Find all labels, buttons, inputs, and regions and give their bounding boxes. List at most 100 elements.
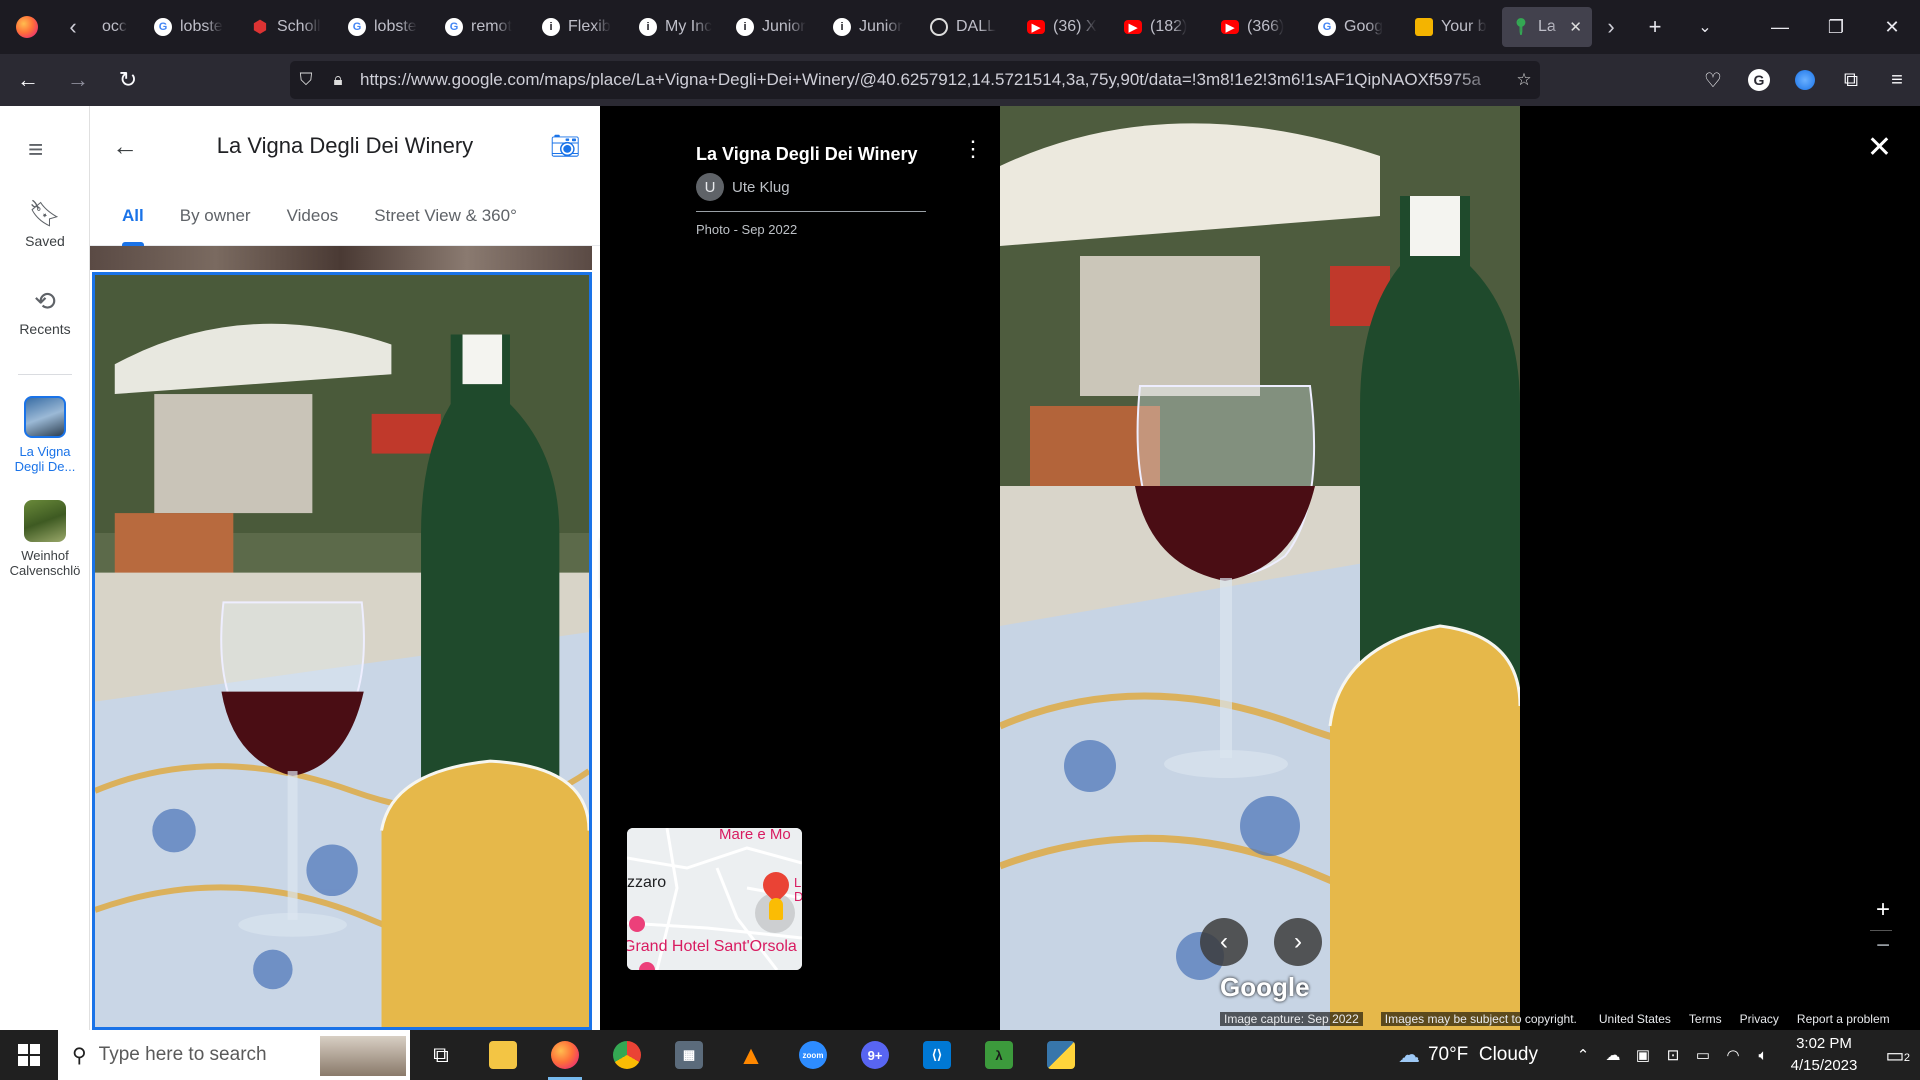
browser-tab[interactable]: 📍︎ La V ✕ bbox=[1502, 7, 1592, 47]
forward-arrow-icon[interactable]: → bbox=[56, 58, 100, 102]
browser-tab[interactable]: Globste bbox=[144, 7, 239, 47]
browser-tab[interactable]: i Junior bbox=[823, 7, 918, 47]
search-placeholder: Type here to search bbox=[98, 1044, 267, 1065]
saved-button[interactable]: 🔖︎ Saved bbox=[0, 198, 90, 249]
viewer-main-photo[interactable] bbox=[1000, 106, 1520, 1030]
hamburger-menu-icon[interactable]: ≡ bbox=[28, 136, 62, 162]
tab-title: Goog bbox=[1344, 18, 1384, 35]
close-viewer-icon[interactable]: ✕ bbox=[1867, 130, 1892, 165]
tab-scroll-left-icon[interactable]: ‹ bbox=[54, 0, 92, 54]
browser-tab[interactable]: Globste bbox=[338, 7, 433, 47]
url-text[interactable]: https://www.google.com/maps/place/La+Vig… bbox=[354, 70, 1508, 90]
region-link[interactable]: United States bbox=[1599, 1012, 1671, 1026]
app-menu-icon[interactable]: ≡ bbox=[1874, 54, 1920, 106]
zoom-in-icon[interactable]: + bbox=[1876, 896, 1890, 924]
zoom-out-icon[interactable]: − bbox=[1876, 932, 1890, 960]
photo-panel: ← La Vigna Degli Dei Winery 📷︎ All By ow… bbox=[90, 106, 600, 1030]
browser-tab[interactable]: ⬢ Scholl bbox=[241, 7, 336, 47]
calculator-icon[interactable]: ▦ bbox=[658, 1030, 720, 1080]
copyright-notice: Images may be subject to copyright. bbox=[1380, 1012, 1581, 1026]
zoom-icon[interactable]: zoom bbox=[782, 1030, 844, 1080]
list-all-tabs-icon[interactable]: ⌄ bbox=[1680, 0, 1730, 54]
browser-tab[interactable]: ▶ (366) bbox=[1211, 7, 1306, 47]
tab-by-owner[interactable]: By owner bbox=[162, 186, 269, 246]
battery-icon[interactable]: ▭ bbox=[1688, 1046, 1718, 1064]
terms-link[interactable]: Terms bbox=[1689, 1012, 1722, 1026]
privacy-link[interactable]: Privacy bbox=[1740, 1012, 1779, 1026]
search-highlight-image bbox=[320, 1036, 406, 1076]
photo-author[interactable]: U Ute Klug bbox=[696, 173, 926, 201]
firefox-logo-icon[interactable] bbox=[0, 0, 54, 54]
notification-center-icon[interactable]: ▭ 2 bbox=[1870, 1043, 1920, 1068]
vscode-icon[interactable]: ⟨⟩ bbox=[906, 1030, 968, 1080]
panel-back-arrow-icon[interactable]: ← bbox=[90, 131, 160, 162]
browser-tab[interactable]: Gremot bbox=[435, 7, 530, 47]
show-hidden-icons-chevron-icon[interactable]: ⌃ bbox=[1568, 1046, 1598, 1064]
chrome-icon[interactable] bbox=[596, 1030, 658, 1080]
wifi-icon[interactable]: ◠ bbox=[1718, 1046, 1748, 1064]
lock-icon[interactable]: 🔒︎ bbox=[322, 70, 354, 90]
browser-tab[interactable]: DALL bbox=[920, 7, 1015, 47]
extensions-puzzle-icon[interactable]: ⧉ bbox=[1828, 54, 1874, 106]
back-arrow-icon[interactable]: ← bbox=[6, 58, 50, 102]
author-avatar[interactable]: U bbox=[696, 173, 724, 201]
openai-favicon-icon bbox=[930, 18, 948, 36]
author-name[interactable]: Ute Klug bbox=[732, 179, 790, 196]
recent-place-la-vigna[interactable]: La Vigna Degli De... bbox=[0, 396, 90, 474]
task-view-icon[interactable]: ⧉ bbox=[410, 1030, 472, 1080]
pocket-icon[interactable]: ♡ bbox=[1690, 54, 1736, 106]
taskbar-search-box[interactable]: ⚲ Type here to search bbox=[58, 1030, 410, 1080]
place-label-line1: Weinhof bbox=[21, 548, 69, 563]
windows-logo-icon bbox=[18, 1044, 40, 1066]
tab-close-icon[interactable]: ✕ bbox=[1569, 18, 1582, 36]
window-close-icon[interactable]: ✕ bbox=[1864, 0, 1920, 54]
weather-widget[interactable]: ☁ 70°F Cloudy bbox=[1398, 1042, 1538, 1068]
python-icon[interactable] bbox=[1030, 1030, 1092, 1080]
info-divider bbox=[696, 211, 926, 212]
url-bar[interactable]: ⛉ 🔒︎ https://www.google.com/maps/place/L… bbox=[290, 61, 1540, 99]
restore-icon[interactable]: ❐ bbox=[1808, 0, 1864, 54]
meet-now-icon[interactable]: ▣ bbox=[1628, 1046, 1658, 1064]
browser-tab[interactable]: Your b bbox=[1405, 7, 1500, 47]
volume-icon[interactable]: 🔈︎ bbox=[1748, 1047, 1778, 1064]
tab-all[interactable]: All bbox=[104, 186, 162, 246]
recent-place-weinhof[interactable]: Weinhof Calvenschlö bbox=[0, 500, 90, 578]
browser-tab[interactable]: ▶ (36) X bbox=[1017, 7, 1112, 47]
history-icon: ⟲ bbox=[34, 286, 56, 316]
file-explorer-icon[interactable] bbox=[472, 1030, 534, 1080]
start-button[interactable] bbox=[0, 1030, 58, 1080]
shield-icon[interactable]: ⛉ bbox=[290, 70, 322, 90]
grammarly-extension-icon[interactable]: G bbox=[1736, 54, 1782, 106]
browser-tab[interactable]: i Flexib bbox=[532, 7, 627, 47]
tab-scroll-right-icon[interactable]: › bbox=[1592, 0, 1630, 54]
firefox-taskbar-icon[interactable] bbox=[534, 1030, 596, 1080]
browser-tab[interactable]: G Goog bbox=[1308, 7, 1403, 47]
reload-icon[interactable]: ↻ bbox=[106, 58, 150, 102]
panel-title: La Vigna Degli Dei Winery bbox=[216, 133, 474, 158]
tab-street-view[interactable]: Street View & 360° bbox=[356, 186, 535, 246]
more-options-icon[interactable]: ⋮ bbox=[962, 138, 984, 160]
projector-icon[interactable]: ⊡ bbox=[1658, 1046, 1688, 1064]
selected-photo-thumbnail[interactable] bbox=[92, 272, 592, 1030]
browser-tab[interactable]: ▶ (182) bbox=[1114, 7, 1209, 47]
extension-globe-icon[interactable] bbox=[1782, 54, 1828, 106]
clock[interactable]: 3:02 PM 4/15/2023 bbox=[1778, 1033, 1870, 1077]
lambda-app-icon[interactable]: λ bbox=[968, 1030, 1030, 1080]
next-photo-chevron-icon[interactable]: › bbox=[1274, 918, 1322, 966]
add-photo-camera-icon[interactable]: 📷︎ bbox=[530, 132, 600, 161]
browser-tab[interactable]: i Junior bbox=[726, 7, 821, 47]
browser-tab[interactable]: i My Inc bbox=[629, 7, 724, 47]
tab-videos[interactable]: Videos bbox=[269, 186, 357, 246]
recents-button[interactable]: ⟲ Recents bbox=[0, 286, 90, 337]
new-tab-plus-icon[interactable]: + bbox=[1630, 0, 1680, 54]
browser-tab[interactable]: occ bbox=[92, 7, 142, 47]
mini-map[interactable]: Mare e Mo zzaro Grand Hotel Sant'Orsola … bbox=[627, 828, 802, 970]
vlc-icon[interactable]: ▲ bbox=[720, 1030, 782, 1080]
photo-thumbnail-partial[interactable] bbox=[90, 246, 592, 270]
discord-icon[interactable]: 9+ bbox=[844, 1030, 906, 1080]
previous-photo-chevron-icon[interactable]: ‹ bbox=[1200, 918, 1248, 966]
bookmark-star-icon[interactable]: ☆ bbox=[1508, 70, 1540, 90]
minimize-icon[interactable]: — bbox=[1752, 0, 1808, 54]
onedrive-icon[interactable]: ☁ bbox=[1598, 1046, 1628, 1064]
report-problem-link[interactable]: Report a problem bbox=[1797, 1012, 1890, 1026]
